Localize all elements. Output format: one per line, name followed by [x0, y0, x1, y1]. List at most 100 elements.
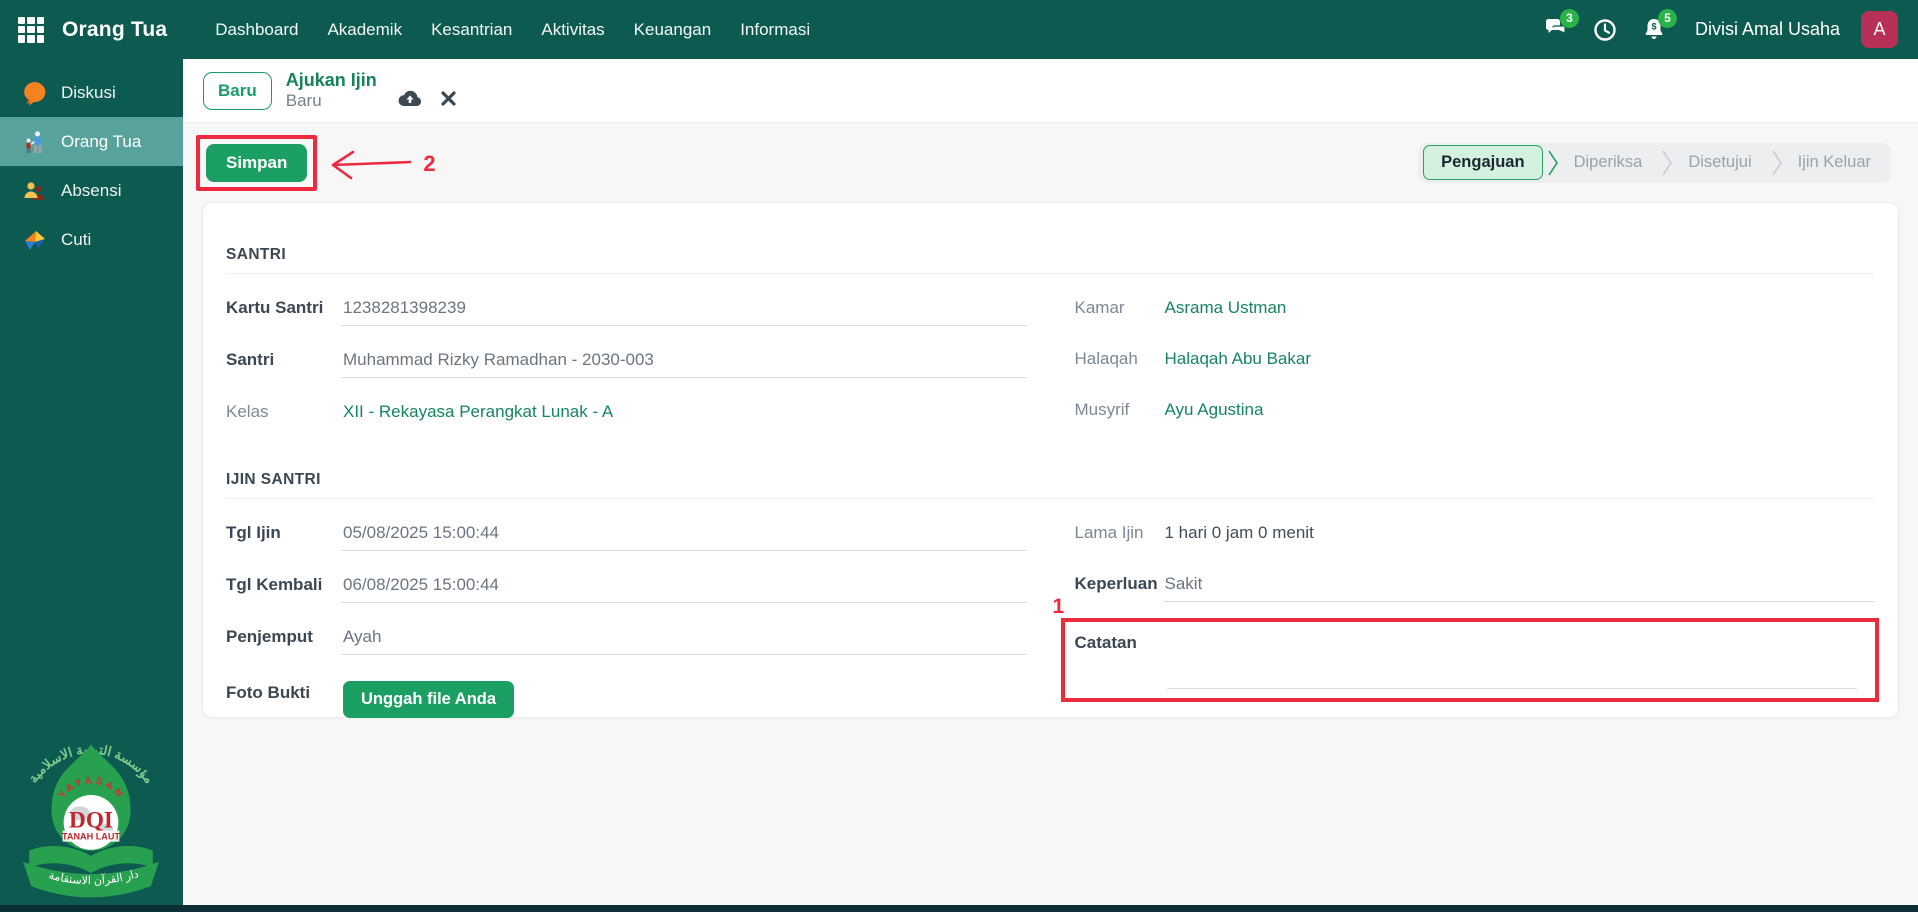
cloud-upload-icon[interactable]	[398, 90, 422, 107]
chevron-right-icon	[1661, 149, 1673, 177]
halaqah-link[interactable]: Halaqah Abu Bakar	[1163, 347, 1876, 376]
musyrif-link[interactable]: Ayu Agustina	[1163, 398, 1876, 427]
field-lama-ijin: Lama Ijin 1 hari 0 jam 0 menit	[1075, 521, 1876, 550]
chevron-right-icon	[1771, 149, 1783, 177]
main-content: Baru Ajukan Ijin Baru Simpan 2 Pengajuan…	[183, 59, 1918, 905]
field-catatan: 1 Catatan	[1053, 595, 1879, 702]
field-label: Kartu Santri	[226, 298, 324, 317]
main-menu: Dashboard Akademik Kesantrian Aktivitas …	[215, 20, 810, 40]
sidebar: Diskusi Orang Tua Absensi Cuti مؤسسة الت…	[0, 59, 183, 905]
leave-origami-icon	[25, 230, 45, 250]
input-underline	[1166, 688, 1857, 689]
section-title-ijin-santri: IJIN SANTRI	[226, 471, 321, 488]
menu-aktivitas[interactable]: Aktivitas	[541, 20, 604, 40]
app-grid-icon[interactable]	[18, 16, 44, 43]
field-keperluan: Keperluan	[1074, 572, 1875, 602]
chevron-right-icon	[1547, 149, 1559, 177]
kelas-link[interactable]: XII - Rekayasa Perangkat Lunak - A	[341, 400, 1027, 429]
field-label: Kamar	[1074, 298, 1125, 317]
sidebar-item-label: Absensi	[61, 180, 122, 200]
field-kelas: Kelas XII - Rekayasa Perangkat Lunak - A	[226, 400, 1027, 429]
field-kamar: Kamar Asrama Ustman	[1075, 296, 1876, 325]
sidebar-item-diskusi[interactable]: Diskusi	[0, 68, 183, 117]
field-label: Halaqah	[1074, 349, 1138, 368]
annotation-number-2: 2	[423, 150, 436, 176]
field-label: Keperluan	[1074, 574, 1158, 593]
field-santri: Santri	[226, 348, 1027, 378]
field-label: Lama Ijin	[1074, 523, 1144, 542]
menu-dashboard[interactable]: Dashboard	[215, 20, 298, 40]
annotation-box-catatan: 1 Catatan	[1053, 595, 1879, 702]
svg-text:TANAH LAUT: TANAH LAUT	[62, 831, 120, 841]
sidebar-item-cuti[interactable]: Cuti	[0, 215, 183, 264]
notification-bell-icon[interactable]: $ 5	[1640, 8, 1677, 44]
menu-informasi[interactable]: Informasi	[740, 20, 810, 40]
sidebar-item-label: Diskusi	[61, 82, 116, 102]
field-tgl-ijin: Tgl Ijin	[226, 521, 1027, 551]
user-division-menu[interactable]: Divisi Amal Usaha	[1695, 19, 1840, 40]
lama-ijin-value: 1 hari 0 jam 0 menit	[1164, 523, 1314, 542]
workflow-state-ijin-keluar[interactable]: Ijin Keluar	[1783, 153, 1886, 172]
kartu-santri-input[interactable]	[343, 298, 1027, 318]
attendance-people-icon	[24, 181, 45, 200]
chat-bubble-icon	[24, 81, 46, 105]
field-kartu-santri: Kartu Santri	[226, 296, 1027, 326]
menu-kesantrian[interactable]: Kesantrian	[431, 20, 512, 40]
chat-icon[interactable]: 3	[1542, 8, 1579, 44]
school-logo: مؤسسة التربية الاسلامية YAYASAN DQI TANA…	[23, 741, 159, 897]
avatar[interactable]: A	[1861, 11, 1898, 48]
santri-input[interactable]	[343, 350, 1027, 370]
annotation-arrow	[332, 150, 412, 179]
menu-keuangan[interactable]: Keuangan	[634, 20, 712, 40]
workflow-state-pengajuan[interactable]: Pengajuan	[1423, 145, 1543, 180]
field-penjemput: Penjemput	[226, 625, 1027, 655]
field-label: Tgl Kembali	[226, 575, 323, 594]
svg-text:DQI: DQI	[69, 807, 113, 833]
field-label: Santri	[226, 350, 275, 369]
sidebar-item-label: Cuti	[61, 229, 92, 249]
page-head: Baru Ajukan Ijin Baru	[183, 59, 1918, 123]
status-badge: Baru	[203, 71, 272, 110]
svg-text:$: $	[1651, 21, 1656, 31]
top-navbar: Orang Tua Dashboard Akademik Kesantrian …	[0, 0, 1918, 59]
document-title: Ajukan Ijin	[285, 70, 377, 91]
form-card: SANTRI Kartu Santri Santri Kelas XII - R…	[202, 202, 1899, 718]
field-label: Penjemput	[226, 627, 313, 646]
workflow-state-diperiksa[interactable]: Diperiksa	[1559, 153, 1658, 172]
annotation-number-1: 1	[1052, 595, 1065, 618]
field-label: Foto Bukti	[226, 683, 311, 702]
save-button[interactable]: Simpan	[206, 143, 308, 182]
field-label: Catatan	[1074, 633, 1137, 652]
field-label: Musyrif	[1074, 400, 1130, 419]
upload-file-button[interactable]: Unggah file Anda	[343, 681, 515, 718]
sidebar-item-orang-tua[interactable]: Orang Tua	[0, 117, 183, 166]
field-halaqah: Halaqah Halaqah Abu Bakar	[1075, 347, 1876, 376]
field-tgl-kembali: Tgl Kembali	[226, 573, 1027, 603]
clock-icon[interactable]	[1591, 16, 1619, 44]
field-foto-bukti: Foto Bukti Unggah file Anda	[226, 681, 1027, 725]
field-label: Tgl Ijin	[226, 523, 281, 542]
parent-child-icon	[26, 130, 42, 153]
toolbar: Simpan 2 Pengajuan Diperiksa Disetujui I…	[183, 123, 1918, 202]
tgl-kembali-input[interactable]	[343, 575, 1027, 595]
close-icon[interactable]	[441, 91, 456, 106]
sidebar-item-label: Orang Tua	[61, 131, 142, 151]
penjemput-input[interactable]	[343, 627, 1027, 647]
notification-count-badge: 5	[1657, 8, 1677, 28]
workflow-state-disetujui[interactable]: Disetujui	[1673, 153, 1766, 172]
annotation-box-save: Simpan	[196, 134, 318, 191]
keperluan-input[interactable]	[1164, 574, 1875, 594]
menu-akademik[interactable]: Akademik	[327, 20, 402, 40]
workflow-bar: Pengajuan Diperiksa Disetujui Ijin Kelua…	[1418, 142, 1891, 183]
kamar-link[interactable]: Asrama Ustman	[1163, 296, 1876, 325]
page-title: Orang Tua	[62, 17, 168, 41]
tgl-ijin-input[interactable]	[343, 523, 1027, 543]
document-subtitle: Baru	[285, 91, 322, 111]
field-label: Kelas	[226, 402, 269, 421]
chat-count-badge: 3	[1559, 8, 1579, 28]
window-bottom-edge	[0, 905, 1918, 912]
sidebar-item-absensi[interactable]: Absensi	[0, 166, 183, 215]
section-title-santri: SANTRI	[226, 246, 287, 263]
catatan-textarea[interactable]	[1166, 633, 1857, 698]
field-musyrif: Musyrif Ayu Agustina	[1075, 398, 1876, 427]
